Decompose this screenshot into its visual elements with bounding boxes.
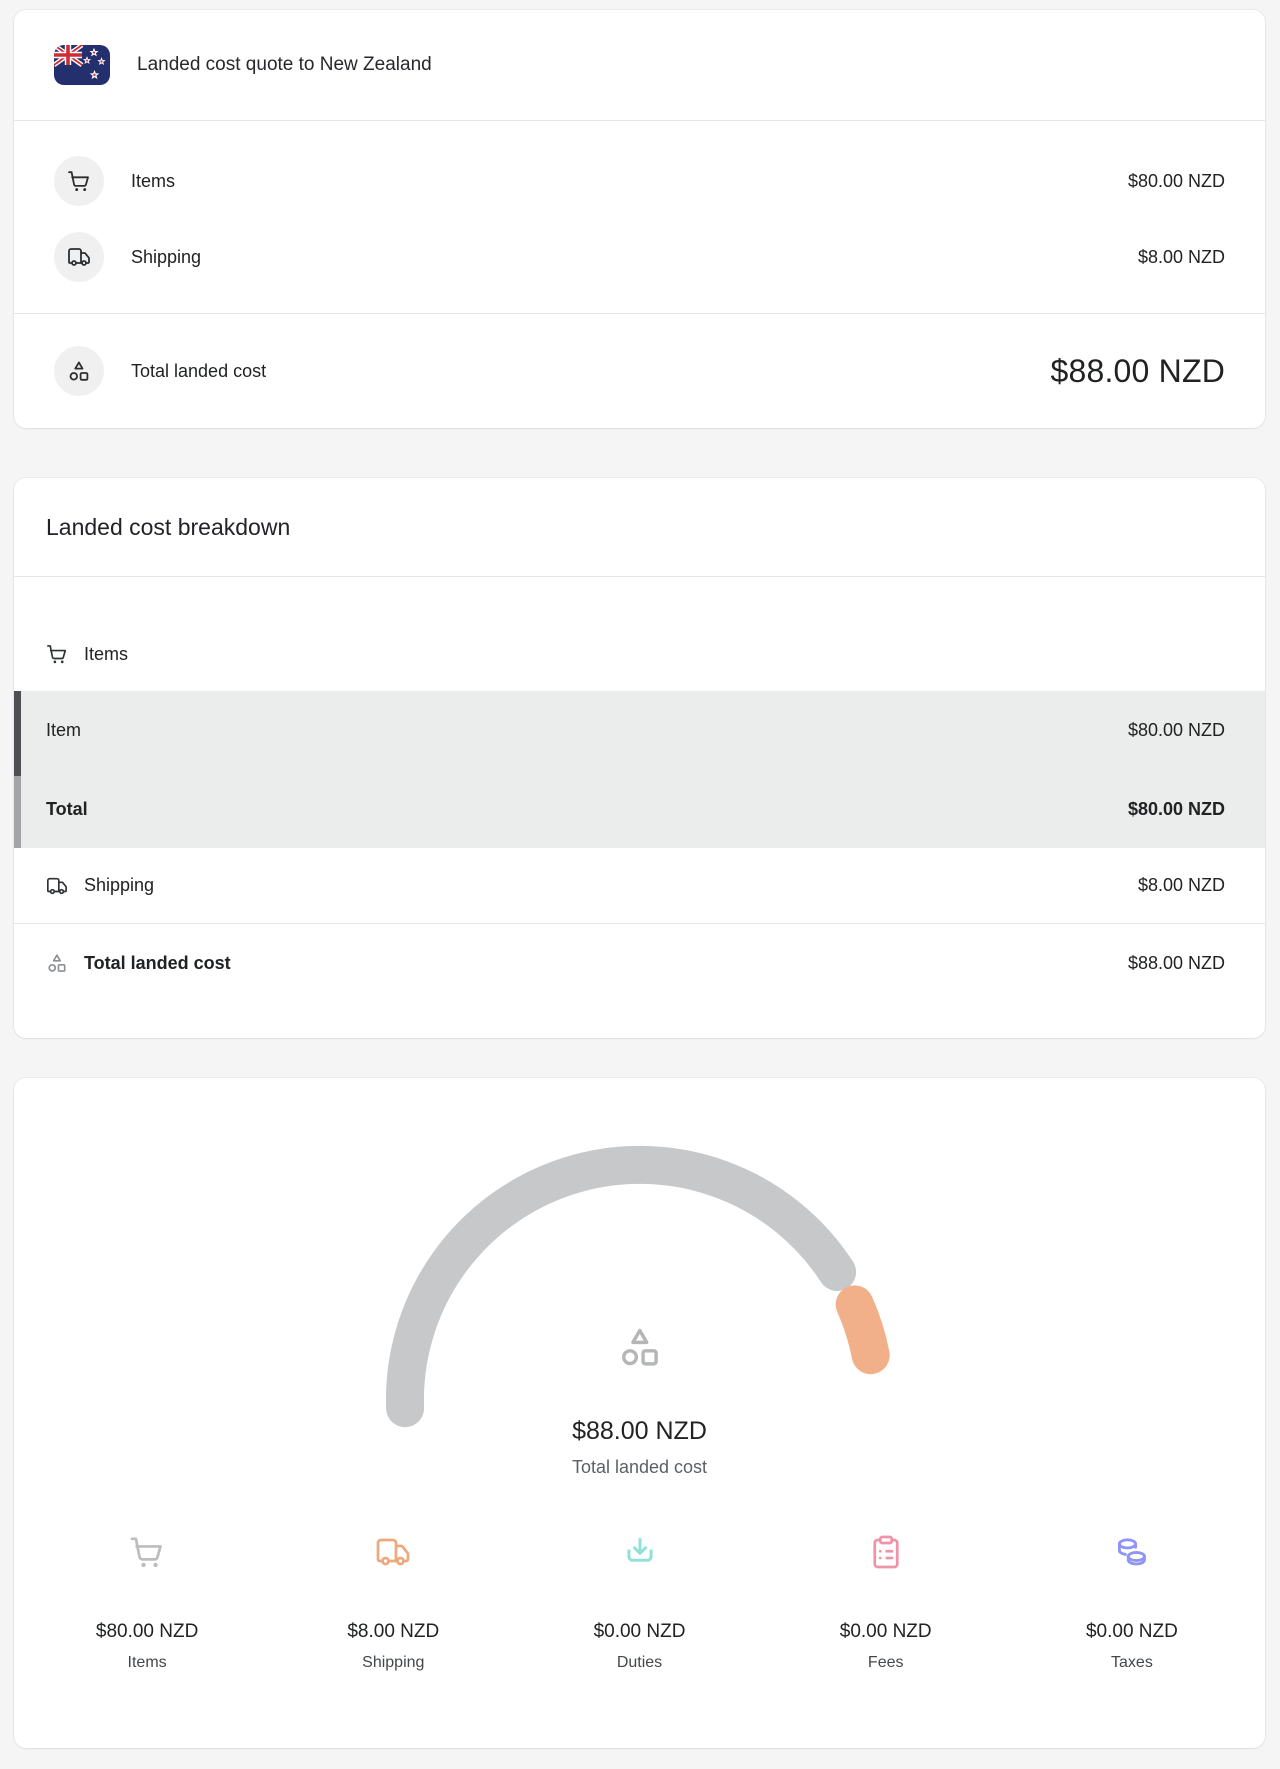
gauge-card: $88.00 NZD Total landed cost $80.00 NZD … <box>14 1078 1265 1748</box>
stat-fees: $0.00 NZD Fees <box>763 1534 1009 1672</box>
stat-duties: $0.00 NZD Duties <box>516 1534 762 1672</box>
shapes-icon <box>617 1324 663 1370</box>
breakdown-heading: Landed cost breakdown <box>46 513 291 540</box>
shapes-icon <box>54 346 104 396</box>
clipboard-list-icon <box>763 1534 1009 1575</box>
stat-taxes-label: Taxes <box>1111 1654 1153 1671</box>
stat-items: $80.00 NZD Items <box>24 1534 270 1672</box>
breakdown-shipping-row: Shipping $8.00 NZD <box>14 848 1265 924</box>
item-value: $80.00 NZD <box>1127 720 1225 740</box>
shipping-value: $8.00 NZD <box>1137 246 1225 267</box>
items-total-value: $80.00 NZD <box>1127 798 1225 819</box>
stat-fees-label: Fees <box>867 1654 904 1671</box>
items-row: Items $80.00 NZD <box>54 143 1225 219</box>
stat-items-value: $80.00 NZD <box>95 1621 199 1642</box>
breakdown-shipping-label: Shipping <box>84 875 155 895</box>
cart-icon <box>24 1534 270 1575</box>
items-total-label: Total <box>46 798 88 819</box>
items-detail-panel: Item $80.00 NZD Total $80.00 NZD <box>14 691 1265 848</box>
cart-icon <box>54 156 104 206</box>
item-label: Item <box>46 720 82 740</box>
quote-summary-card: Landed cost quote to New Zealand Items $… <box>14 10 1265 428</box>
breakdown-items-section-header[interactable]: Items <box>14 577 1265 691</box>
breakdown-header: Landed cost breakdown <box>14 478 1265 577</box>
stat-fees-value: $0.00 NZD <box>839 1621 932 1642</box>
total-landed-cost-value: $88.00 NZD <box>1050 352 1225 389</box>
truck-icon <box>270 1534 516 1575</box>
stat-duties-label: Duties <box>616 1654 663 1671</box>
shipping-row: Shipping $8.00 NZD <box>54 219 1225 295</box>
total-landed-cost-label: Total landed cost <box>131 360 267 381</box>
tray-download-icon <box>516 1534 762 1575</box>
shapes-icon <box>46 952 68 974</box>
breakdown-total-row: Total landed cost $88.00 NZD <box>14 924 1265 1002</box>
stat-taxes: $0.00 NZD Taxes <box>1009 1534 1255 1672</box>
breakdown-total-value: $88.00 NZD <box>1127 952 1225 973</box>
quote-card-title: Landed cost quote to New Zealand <box>137 54 432 75</box>
scrollbar-thumb[interactable] <box>14 691 21 776</box>
total-landed-cost-row: Total landed cost $88.00 NZD <box>14 313 1265 428</box>
shipping-label: Shipping <box>131 246 202 267</box>
quote-card-header: Landed cost quote to New Zealand <box>14 10 1265 121</box>
cost-stats-row: $80.00 NZD Items $8.00 NZD Shipping $0.0… <box>14 1534 1265 1672</box>
cart-icon <box>46 643 68 665</box>
stat-duties-value: $0.00 NZD <box>593 1621 686 1642</box>
new-zealand-flag-icon <box>54 45 110 85</box>
stat-items-label: Items <box>127 1654 167 1671</box>
truck-icon <box>46 875 68 897</box>
stat-shipping-label: Shipping <box>362 1654 425 1671</box>
gauge-chart: $88.00 NZD Total landed cost <box>14 1144 1265 1494</box>
gauge-center: $88.00 NZD Total landed cost <box>14 1324 1265 1478</box>
items-total-row: Total $80.00 NZD <box>14 770 1265 848</box>
breakdown-card: Landed cost breakdown Items Item $80.00 … <box>14 478 1265 1038</box>
truck-icon <box>54 232 104 282</box>
gauge-total-value: $88.00 NZD <box>572 1417 707 1445</box>
items-value: $80.00 NZD <box>1127 170 1225 191</box>
breakdown-shipping-value: $8.00 NZD <box>1137 875 1225 895</box>
quote-card-body: Items $80.00 NZD Shipping $8.00 NZD <box>14 121 1265 313</box>
item-row: Item $80.00 NZD <box>14 691 1265 770</box>
stat-taxes-value: $0.00 NZD <box>1085 1621 1178 1642</box>
stat-shipping: $8.00 NZD Shipping <box>270 1534 516 1672</box>
gauge-total-label: Total landed cost <box>571 1457 708 1477</box>
coins-icon <box>1009 1534 1255 1575</box>
page: Landed cost quote to New Zealand Items $… <box>0 0 1280 1769</box>
breakdown-items-header-label: Items <box>84 644 129 664</box>
items-label: Items <box>131 170 176 191</box>
stat-shipping-value: $8.00 NZD <box>347 1621 440 1642</box>
breakdown-total-label: Total landed cost <box>84 952 231 973</box>
